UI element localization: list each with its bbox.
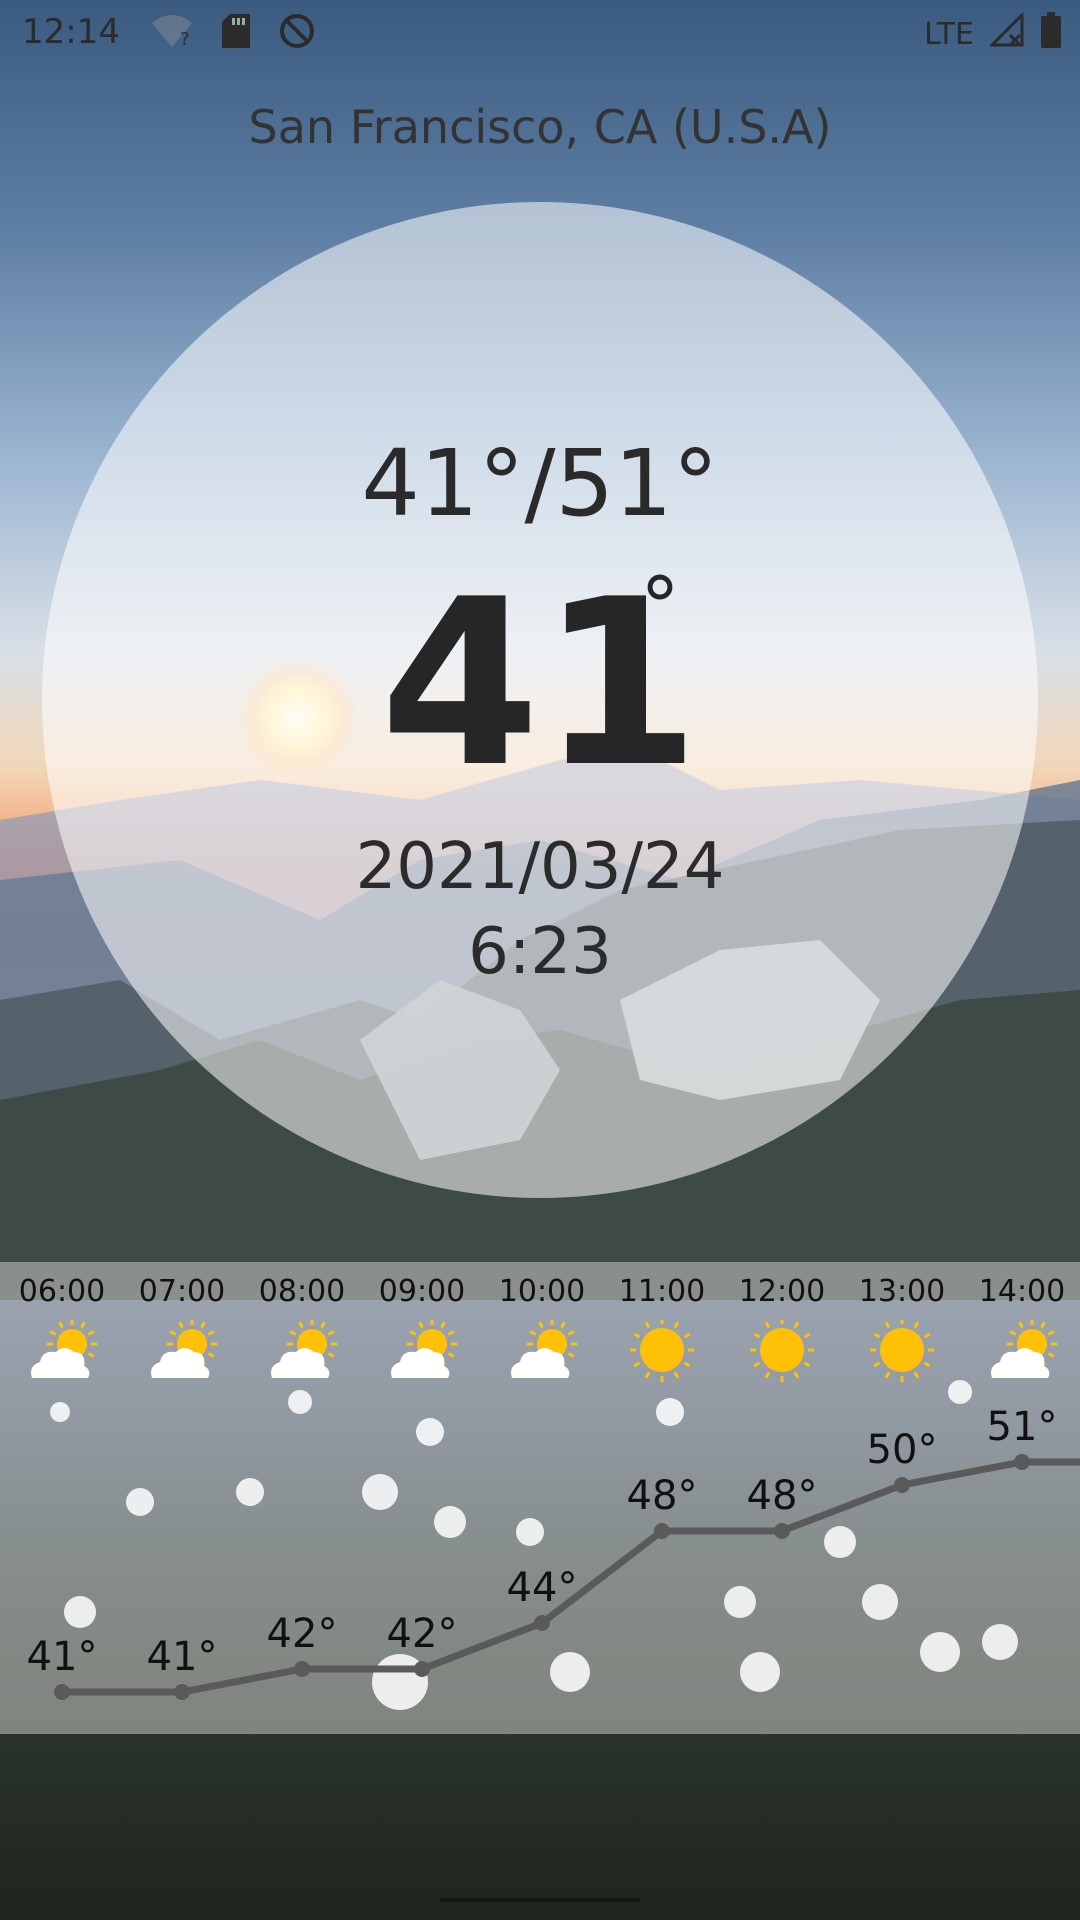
temperature-label: 50° bbox=[867, 1427, 938, 1473]
status-time: 12:14 bbox=[22, 12, 120, 52]
temperature-label: 51° bbox=[987, 1404, 1058, 1450]
temperature-point bbox=[1014, 1454, 1030, 1470]
temperature-label: 48° bbox=[627, 1473, 698, 1519]
hourly-forecast-panel[interactable]: 06:00 07:00 08:00 09:00 10:00 11:00 12:00 13:00… bbox=[0, 1262, 1080, 1734]
hourly-temperature-chart: 41° 41° 42° 42° 44° 48° 48° 50° 51° bbox=[27, 1404, 1080, 1700]
location-title[interactable]: San Francisco, CA (U.S.A) bbox=[0, 100, 1080, 154]
temperature-point bbox=[654, 1523, 670, 1539]
temperature-point bbox=[414, 1661, 430, 1677]
temperature-label: 42° bbox=[387, 1611, 458, 1657]
current-temperature: 41 bbox=[379, 551, 701, 818]
temperature-label: 44° bbox=[507, 1565, 578, 1611]
degree-symbol: ° bbox=[640, 560, 680, 653]
temperature-point bbox=[54, 1684, 70, 1700]
temperature-point bbox=[294, 1661, 310, 1677]
temperature-label: 41° bbox=[27, 1634, 98, 1680]
temperature-label: 48° bbox=[747, 1473, 818, 1519]
current-date: 2021/03/24 bbox=[355, 830, 725, 904]
signal-icon bbox=[988, 11, 1024, 56]
temperature-point bbox=[534, 1615, 550, 1631]
current-time: 6:23 bbox=[468, 915, 612, 989]
temperature-label: 41° bbox=[147, 1634, 218, 1680]
wifi-question-icon: ? bbox=[150, 13, 194, 58]
svg-text:?: ? bbox=[180, 29, 190, 49]
temperature-point bbox=[894, 1477, 910, 1493]
sd-card-icon bbox=[222, 14, 250, 57]
network-type: LTE bbox=[924, 17, 974, 52]
status-bar: 12:14 ? LTE bbox=[0, 0, 1080, 64]
temperature-point bbox=[174, 1684, 190, 1700]
temperature-range: 41°/51° bbox=[361, 430, 719, 537]
sync-disabled-icon bbox=[278, 12, 316, 59]
battery-icon bbox=[1040, 12, 1062, 57]
home-indicator bbox=[440, 1898, 640, 1902]
temperature-point bbox=[774, 1523, 790, 1539]
temperature-label: 42° bbox=[267, 1611, 338, 1657]
